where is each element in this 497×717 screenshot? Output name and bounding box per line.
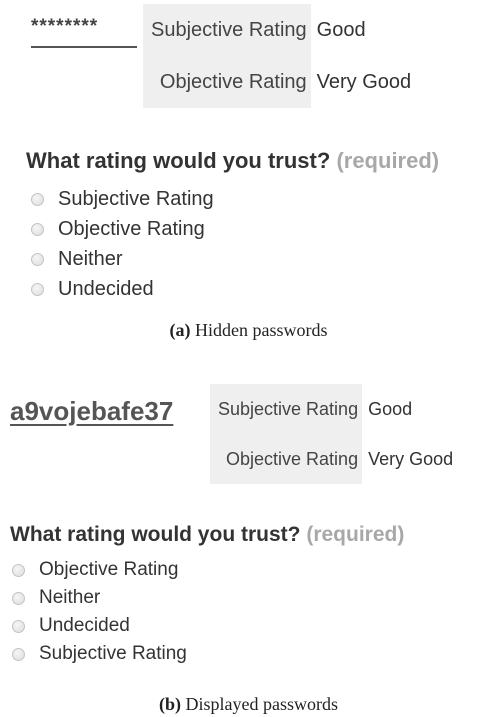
password-underline — [31, 46, 137, 48]
rating-options: Objective Rating Neither Undecided Subje… — [12, 556, 187, 668]
rating-row-objective: Objective Rating Very Good — [143, 56, 411, 108]
option-undecided[interactable]: Undecided — [12, 612, 187, 640]
required-label: (required) — [306, 523, 405, 546]
rating-label: Objective Rating — [143, 56, 311, 108]
rating-value: Good — [316, 18, 366, 41]
caption-text: Hidden passwords — [195, 320, 328, 340]
rating-value: Very Good — [316, 70, 412, 93]
rating-row-subjective: Subjective Rating Good — [210, 384, 453, 434]
password-hidden-text: ******** — [31, 16, 99, 37]
rating-table: Subjective Rating Good Objective Rating … — [143, 4, 411, 108]
figure-caption: (a) Hidden passwords — [0, 320, 497, 341]
radio-icon[interactable] — [31, 192, 44, 206]
question-heading: What rating would you trust? (required) — [10, 523, 404, 547]
option-objective-rating[interactable]: Objective Rating — [31, 214, 214, 244]
rating-label: Objective Rating — [210, 434, 363, 484]
rating-options: Subjective Rating Objective Rating Neith… — [31, 184, 214, 304]
option-label: Subjective Rating — [39, 643, 187, 664]
rating-table: Subjective Rating Good Objective Rating … — [210, 384, 453, 484]
figure-caption: (b) Displayed passwords — [0, 694, 497, 715]
rating-value: Good — [368, 398, 413, 419]
option-label: Neither — [39, 587, 101, 608]
option-label: Undecided — [39, 615, 130, 636]
radio-icon[interactable] — [31, 222, 44, 236]
caption-text: Displayed passwords — [185, 694, 338, 714]
option-label: Subjective Rating — [58, 187, 214, 210]
required-label: (required) — [336, 148, 440, 173]
radio-icon[interactable] — [12, 591, 25, 605]
caption-tag: (a) — [169, 320, 191, 340]
rating-label: Subjective Rating — [210, 384, 363, 434]
option-label: Objective Rating — [58, 217, 205, 240]
caption-tag: (b) — [159, 694, 181, 714]
password-displayed-text: a9vojebafe37 — [10, 396, 174, 426]
radio-icon[interactable] — [12, 647, 25, 661]
option-label: Neither — [58, 247, 123, 270]
question-text: What rating would you trust? — [10, 523, 301, 546]
option-subjective-rating[interactable]: Subjective Rating — [12, 640, 187, 668]
rating-row-subjective: Subjective Rating Good — [143, 4, 411, 56]
panel-displayed-passwords: a9vojebafe37 Subjective Rating Good Obje… — [0, 368, 497, 717]
question-text: What rating would you trust? — [26, 148, 331, 173]
radio-icon[interactable] — [31, 282, 44, 296]
radio-icon[interactable] — [12, 619, 25, 633]
option-label: Objective Rating — [39, 559, 179, 580]
question-heading: What rating would you trust? (required) — [26, 148, 439, 174]
option-subjective-rating[interactable]: Subjective Rating — [31, 184, 214, 214]
option-undecided[interactable]: Undecided — [31, 274, 214, 304]
rating-value: Very Good — [368, 448, 454, 469]
rating-row-objective: Objective Rating Very Good — [210, 434, 453, 484]
option-label: Undecided — [58, 277, 154, 300]
option-neither[interactable]: Neither — [31, 244, 214, 274]
option-neither[interactable]: Neither — [12, 584, 187, 612]
rating-label: Subjective Rating — [143, 4, 311, 56]
option-objective-rating[interactable]: Objective Rating — [12, 556, 187, 584]
panel-hidden-passwords: ******** Subjective Rating Good Objectiv… — [0, 0, 497, 350]
radio-icon[interactable] — [31, 252, 44, 266]
radio-icon[interactable] — [12, 563, 25, 577]
